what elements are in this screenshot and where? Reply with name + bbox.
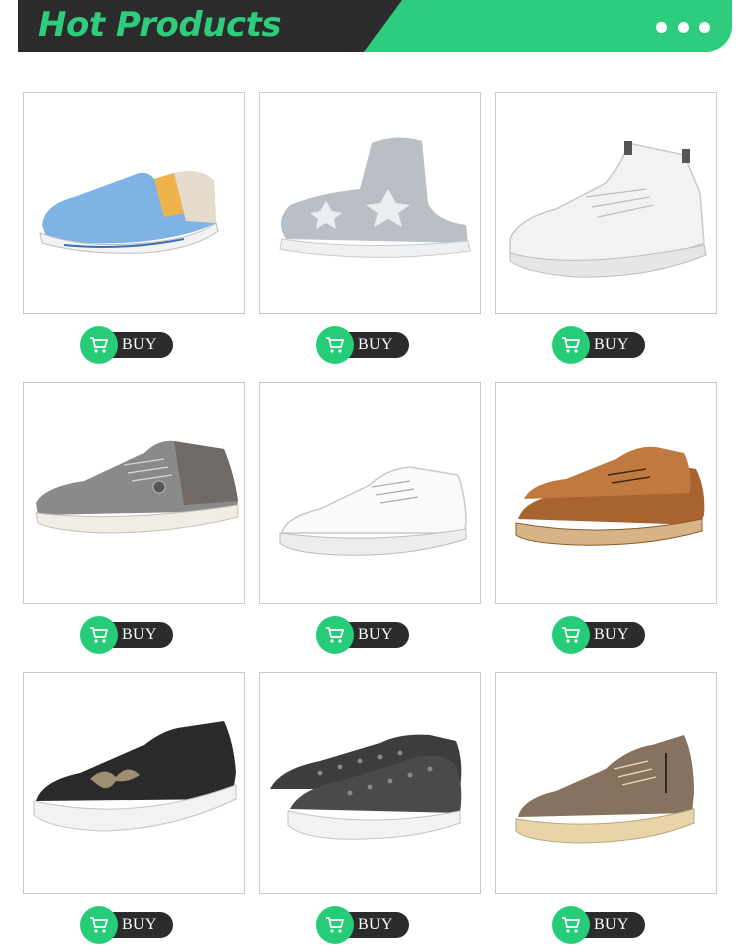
buy-button[interactable]: BUY: [80, 326, 174, 364]
section-title: Hot Products: [38, 5, 282, 45]
buy-button[interactable]: BUY: [80, 616, 174, 654]
buy-button[interactable]: BUY: [316, 616, 410, 654]
buy-circle: [316, 326, 354, 364]
buy-circle: [552, 326, 590, 364]
buy-button[interactable]: BUY: [552, 326, 646, 364]
cart-icon: [562, 337, 580, 353]
buy-label: BUY: [358, 916, 393, 933]
shoe-taupe-suede-image: [515, 735, 695, 844]
cart-icon: [90, 917, 108, 933]
product-card[interactable]: [259, 672, 481, 894]
buy-label: BUY: [358, 626, 393, 643]
buy-label: BUY: [594, 916, 629, 933]
more-dots-icon[interactable]: [656, 19, 710, 35]
buy-button[interactable]: BUY: [316, 906, 410, 944]
product-card[interactable]: [495, 92, 717, 314]
buy-label: BUY: [594, 336, 629, 353]
product-card[interactable]: [23, 382, 245, 604]
shoe-white-leather-image: [279, 466, 467, 556]
shoe-black-sequin-image: [270, 734, 462, 840]
buy-button[interactable]: BUY: [316, 326, 410, 364]
buy-circle: [552, 906, 590, 944]
shoe-black-butterfly-image: [33, 721, 237, 832]
buy-circle: [552, 616, 590, 654]
product-card[interactable]: [23, 672, 245, 894]
buy-circle: [316, 906, 354, 944]
buy-circle: [316, 616, 354, 654]
cart-icon: [90, 627, 108, 643]
cart-icon: [562, 917, 580, 933]
buy-circle: [80, 326, 118, 364]
buy-label: BUY: [358, 336, 393, 353]
buy-button[interactable]: BUY: [552, 906, 646, 944]
cart-icon: [562, 627, 580, 643]
cart-icon: [90, 337, 108, 353]
buy-label: BUY: [122, 626, 157, 643]
product-card[interactable]: [23, 92, 245, 314]
cart-icon: [326, 627, 344, 643]
product-card[interactable]: [259, 92, 481, 314]
product-card[interactable]: [495, 672, 717, 894]
shoe-brown-leather-image: [515, 446, 705, 546]
dot: [677, 21, 689, 33]
buy-label: BUY: [594, 626, 629, 643]
buy-circle: [80, 616, 118, 654]
dot: [656, 21, 667, 33]
buy-label: BUY: [122, 916, 157, 933]
hot-products-banner: Hot Products: [18, 0, 732, 52]
buy-button[interactable]: BUY: [80, 906, 174, 944]
cart-icon: [326, 337, 344, 353]
buy-label: BUY: [122, 336, 157, 353]
product-card[interactable]: [495, 382, 717, 604]
cart-icon: [326, 917, 344, 933]
shoe-grey-sock-image: [279, 137, 471, 258]
product-card[interactable]: [259, 382, 481, 604]
dot: [699, 21, 710, 33]
buy-button[interactable]: BUY: [552, 616, 646, 654]
shoe-white-knit-image: [509, 141, 707, 278]
buy-circle: [80, 906, 118, 944]
shoe-blue-slip-on-image: [39, 171, 219, 254]
shoe-grey-mesh-image: [35, 440, 239, 534]
